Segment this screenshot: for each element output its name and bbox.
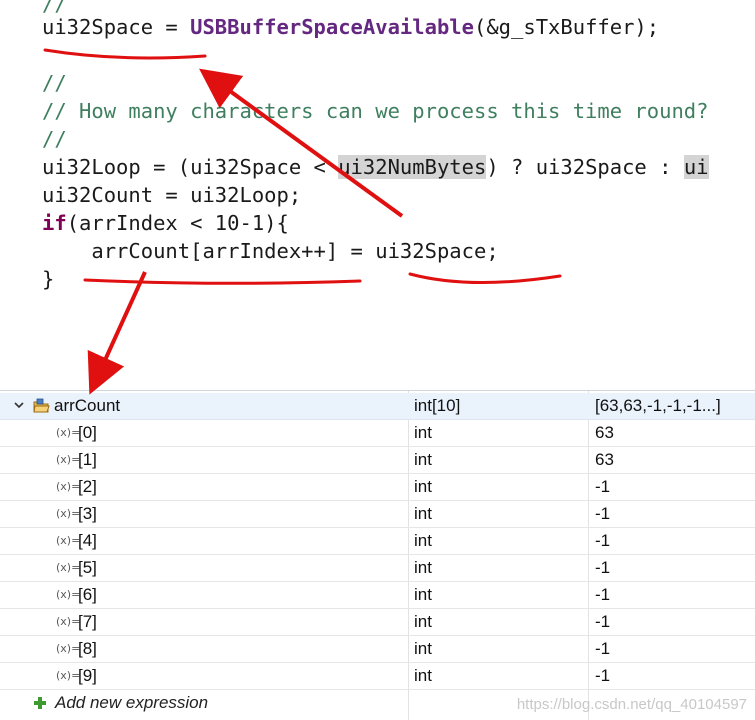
arrow-annotation xyxy=(87,271,147,395)
arrow-annotation xyxy=(199,68,404,218)
underline-annotation xyxy=(83,278,362,285)
underline-annotation xyxy=(408,272,562,285)
annotation-overlay xyxy=(43,48,562,395)
underline-annotation xyxy=(43,48,207,60)
